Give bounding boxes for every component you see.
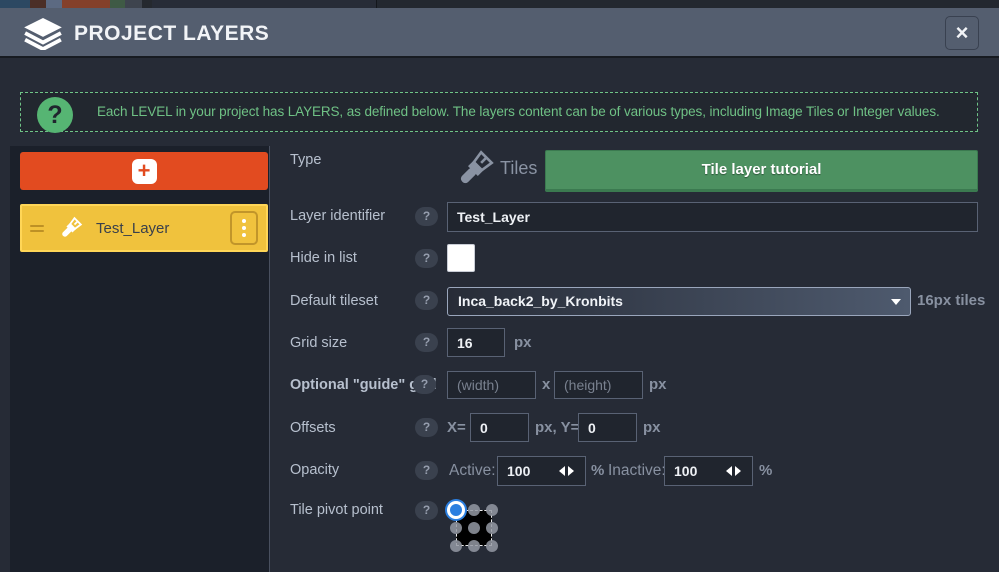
help-icon[interactable]: ? (415, 501, 438, 520)
grid-size-unit: px (514, 334, 532, 351)
tiles-brush-icon (57, 215, 84, 242)
pivot-dot-center[interactable] (468, 522, 480, 534)
help-icon[interactable]: ? (415, 461, 438, 480)
type-label: Type (290, 152, 321, 168)
strip-segment (0, 0, 30, 8)
strip-segment (30, 0, 46, 8)
layers-icon (22, 18, 64, 50)
type-tiles-icon (452, 147, 497, 192)
pivot-dot-top-left[interactable] (450, 504, 462, 516)
layer-identifier-input[interactable] (447, 202, 978, 232)
tile-pivot-label: Tile pivot point (290, 502, 383, 518)
help-icon[interactable]: ? (413, 375, 436, 394)
stepper-arrows-icon[interactable] (726, 466, 741, 476)
opacity-label: Opacity (290, 462, 339, 478)
default-tileset-label: Default tileset (290, 293, 378, 309)
opacity-inactive-unit: % (759, 462, 772, 479)
layer-list-item-selected[interactable]: Test_Layer (20, 204, 268, 252)
default-tileset-value: Inca_back2_by_Kronbits (458, 293, 623, 309)
layer-list-panel: + Test_Layer (10, 146, 270, 572)
strip-segment (110, 0, 125, 8)
project-layers-dialog: PROJECT LAYERS × ? Each LEVEL in your pr… (0, 0, 999, 572)
guide-grid-width-input[interactable] (447, 371, 536, 399)
opacity-active-label: Active: (449, 462, 496, 480)
info-banner: ? Each LEVEL in your project has LAYERS,… (20, 92, 978, 132)
pivot-dot-bottom-left[interactable] (450, 540, 462, 552)
hide-in-list-label: Hide in list (290, 250, 357, 266)
help-icon[interactable]: ? (415, 207, 438, 226)
pivot-dot-bottom-right[interactable] (486, 540, 498, 552)
info-banner-text: Each LEVEL in your project has LAYERS, a… (97, 93, 940, 131)
close-button[interactable]: × (945, 16, 979, 50)
pivot-dot-bottom-center[interactable] (468, 540, 480, 552)
layer-context-menu-button[interactable] (230, 211, 258, 245)
strip-segment (142, 0, 152, 8)
help-circle-icon: ? (37, 97, 73, 133)
help-icon[interactable]: ? (415, 333, 438, 352)
layer-name: Test_Layer (96, 220, 169, 237)
strip-segment (152, 0, 376, 8)
pivot-dot-middle-right[interactable] (486, 522, 498, 534)
grid-size-label: Grid size (290, 335, 347, 351)
drag-handle-icon[interactable] (30, 225, 44, 232)
stepper-arrows-icon[interactable] (559, 466, 574, 476)
strip-segment (377, 0, 999, 8)
offset-mid-text: px, Y= (535, 419, 579, 436)
type-value: Tiles (500, 158, 537, 179)
grid-size-input[interactable] (447, 328, 505, 357)
tileset-size-text: 16px tiles (917, 292, 985, 309)
add-layer-button[interactable]: + (20, 152, 268, 190)
strip-segment (46, 0, 62, 8)
tile-pivot-widget (449, 502, 501, 554)
plus-icon: + (132, 159, 157, 184)
help-icon[interactable]: ? (415, 418, 438, 437)
opacity-active-unit: % (591, 462, 604, 479)
strip-segment (62, 0, 110, 8)
offset-x-prefix: X= (447, 419, 466, 436)
dialog-header: PROJECT LAYERS × (0, 8, 999, 58)
opacity-inactive-label: Inactive: (608, 462, 666, 480)
layer-identifier-label: Layer identifier (290, 208, 385, 224)
strip-segment (125, 0, 142, 8)
help-icon[interactable]: ? (415, 291, 438, 310)
offset-x-input[interactable] (470, 413, 529, 442)
offsets-label: Offsets (290, 420, 336, 436)
guide-grid-separator: x (542, 376, 550, 393)
help-icon[interactable]: ? (415, 249, 438, 268)
chevron-down-icon (891, 299, 901, 305)
tile-layer-tutorial-button[interactable]: Tile layer tutorial (545, 150, 978, 192)
background-app-strip (0, 0, 999, 8)
offset-y-input[interactable] (578, 413, 637, 442)
pivot-dot-top-center[interactable] (468, 504, 480, 516)
pivot-dot-middle-left[interactable] (450, 522, 462, 534)
default-tileset-select[interactable]: Inca_back2_by_Kronbits (447, 287, 911, 316)
pivot-dot-top-right[interactable] (486, 504, 498, 516)
hide-in-list-checkbox[interactable] (447, 244, 475, 272)
dialog-title: PROJECT LAYERS (74, 22, 269, 46)
offsets-unit: px (643, 419, 661, 436)
guide-grid-height-input[interactable] (554, 371, 643, 399)
guide-grid-unit: px (649, 376, 667, 393)
